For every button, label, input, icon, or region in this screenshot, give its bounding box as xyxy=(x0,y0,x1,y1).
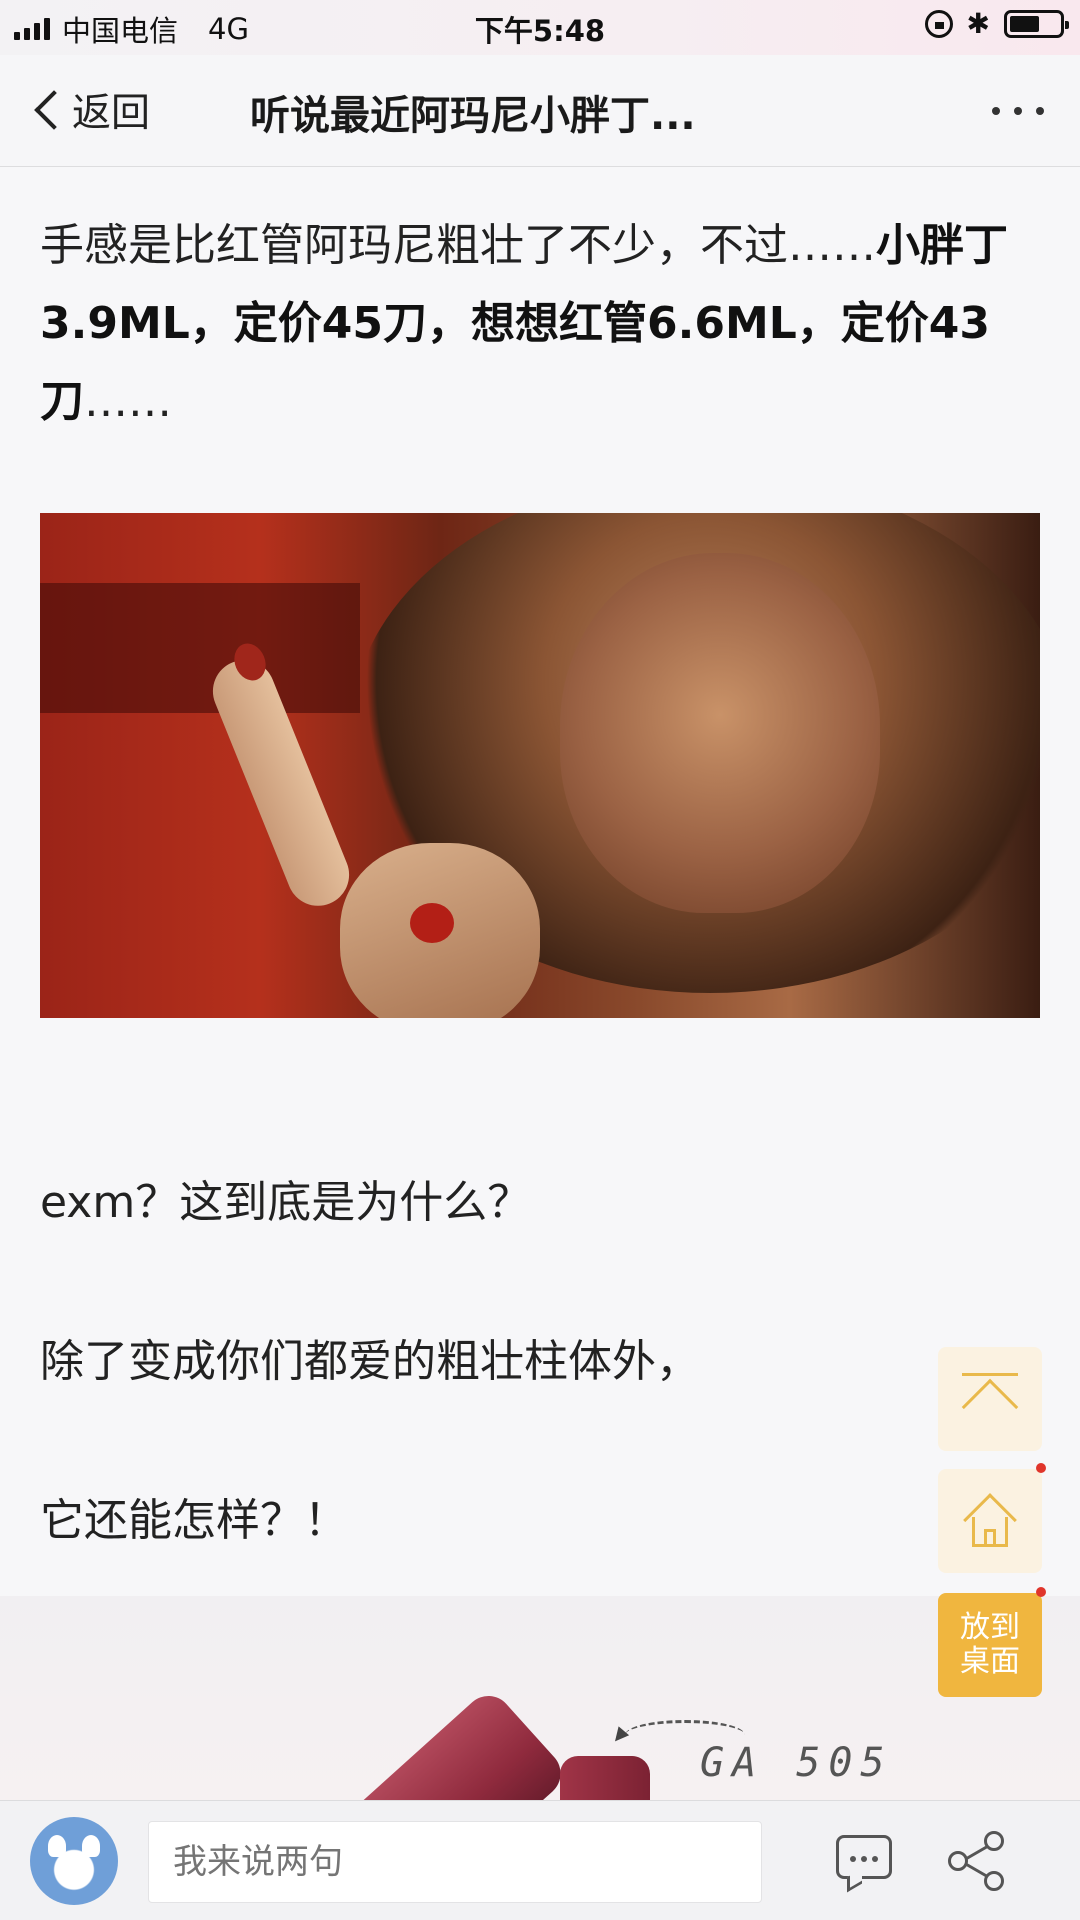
article-paragraph-2: exm？这到底是为什么？ xyxy=(40,1177,532,1228)
bottom-bar xyxy=(0,1800,1080,1920)
desk-label-2: 桌面 xyxy=(960,1644,1020,1679)
product-photo[interactable]: GA 505 xyxy=(0,1596,1080,1800)
battery-icon xyxy=(1004,10,1069,38)
product-code: GA 505 xyxy=(700,1740,893,1786)
status-right: ✱ xyxy=(924,7,1069,40)
para1-tail: …… xyxy=(84,376,172,427)
add-to-desktop-button[interactable]: 放到 桌面 xyxy=(938,1587,1046,1697)
avatar[interactable] xyxy=(30,1817,118,1905)
comment-input[interactable] xyxy=(148,1821,762,1903)
share-icon[interactable] xyxy=(946,1831,1010,1891)
orientation-lock-icon xyxy=(924,10,953,38)
back-label: 返回 xyxy=(72,91,151,136)
back-to-top-icon xyxy=(961,1373,1019,1436)
comment-icon[interactable] xyxy=(836,1835,892,1879)
back-to-top-button[interactable] xyxy=(938,1347,1042,1451)
chevron-left-icon xyxy=(34,90,74,130)
para1-normal: 手感是比红管阿玛尼粗壮了不少，不过…… xyxy=(40,220,876,271)
article-paragraph-3: 除了变成你们都爱的粗壮柱体外， xyxy=(40,1336,700,1387)
article-paragraph-4: 它还能怎样？！ xyxy=(40,1495,348,1546)
status-bar: 中国电信 4G 下午5:48 ✱ xyxy=(0,0,1080,55)
back-button[interactable]: 返回 xyxy=(28,85,151,136)
desk-label-1: 放到 xyxy=(960,1610,1020,1645)
article-photo[interactable] xyxy=(40,513,1040,1018)
notification-dot xyxy=(1036,1587,1046,1597)
home-button[interactable] xyxy=(938,1463,1046,1573)
status-time: 下午5:48 xyxy=(474,14,606,48)
article-paragraph-1: 手感是比红管阿玛尼粗壮了不少，不过……小胖丁3.9ML，定价45刀，想想红管6.… xyxy=(40,207,1040,441)
bluetooth-icon: ✱ xyxy=(966,7,990,40)
nav-bar: 返回 听说最近阿玛尼小胖丁... xyxy=(0,55,1080,167)
home-icon xyxy=(962,1493,1018,1549)
notification-dot xyxy=(1036,1463,1046,1473)
article-content: 手感是比红管阿玛尼粗壮了不少，不过……小胖丁3.9ML，定价45刀，想想红管6.… xyxy=(40,167,1040,1548)
page-title: 听说最近阿玛尼小胖丁... xyxy=(250,93,696,139)
more-icon[interactable] xyxy=(992,107,1044,115)
